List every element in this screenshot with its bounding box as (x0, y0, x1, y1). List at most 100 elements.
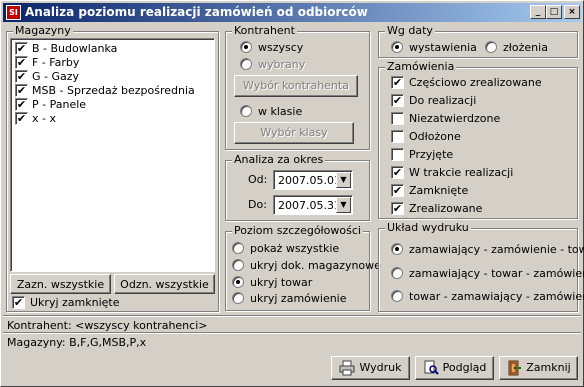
choose-contractor-button[interactable]: Wybór kontrahenta (234, 75, 358, 97)
date-to-field[interactable]: 2007.05.31 ▼ (273, 195, 353, 215)
checkbox[interactable]: ✔ (15, 42, 28, 55)
detail-hide-docs-radio[interactable] (232, 259, 244, 271)
magazyny-group: Magazyny ✔ B - Budowlanka ✔ F - Farby ✔ … (6, 24, 219, 312)
print-layout-radio[interactable] (391, 290, 403, 302)
by-date-option-label: złożenia (503, 41, 548, 54)
main-window: SI Analiza poziomu realizacji zamówień o… (0, 0, 584, 387)
detail-hide-goods-radio[interactable] (232, 276, 244, 288)
print-layout-option-label: zamawiający - towar - zamówienie (409, 267, 584, 280)
status-contractor-bar: Kontrahent: <wszyscy kontrahenci> (3, 315, 581, 333)
period-legend: Analiza za okres (232, 153, 326, 166)
print-layout-legend: Układ wydruku (385, 221, 471, 234)
checkbox[interactable]: ✔ (15, 84, 28, 97)
checkbox[interactable]: ✔ (15, 112, 28, 125)
list-item-label: B - Budowlanka (32, 42, 118, 55)
chevron-down-icon[interactable]: ▼ (336, 197, 351, 213)
by-date-option-label: wystawienia (409, 41, 477, 54)
printer-icon (339, 360, 355, 376)
print-button[interactable]: Wydruk (331, 356, 410, 380)
order-status-checkbox[interactable]: ✔ (391, 76, 404, 89)
order-status-label: Częściowo zrealizowane (409, 76, 542, 89)
detail-hide-order-radio[interactable] (232, 292, 244, 304)
list-item-label: G - Gazy (32, 70, 80, 83)
chevron-down-icon[interactable]: ▼ (336, 172, 351, 188)
magazyny-legend: Magazyny (13, 24, 73, 37)
app-icon: SI (6, 5, 21, 20)
order-status-checkbox[interactable] (391, 112, 404, 125)
order-status-label: Przyjęte (409, 148, 454, 161)
checkbox[interactable]: ✔ (15, 70, 28, 83)
print-layout-group: Układ wydruku zamawiający - zamówienie -… (378, 221, 584, 312)
order-status-checkbox[interactable] (391, 148, 404, 161)
order-status-label: Odłożone (409, 130, 461, 143)
order-status-label: Do realizacji (409, 94, 477, 107)
minimize-button[interactable]: _ (530, 5, 546, 19)
orders-group: Zamówienia ✔ Częściowo zrealizowane ✔ Do… (378, 60, 578, 219)
order-status-checkbox[interactable]: ✔ (391, 184, 404, 197)
period-group: Analiza za okres Od: 2007.05.01 ▼ Do: 20… (225, 153, 370, 221)
kontrahent-all-label: wszyscy (258, 41, 304, 54)
print-layout-radio[interactable] (391, 267, 403, 279)
print-layout-radio[interactable] (391, 243, 403, 255)
title-bar[interactable]: SI Analiza poziomu realizacji zamówień o… (3, 3, 581, 22)
hide-closed-label: Ukryj zamknięte (30, 296, 120, 309)
checkbox[interactable]: ✔ (15, 56, 28, 69)
choose-class-button[interactable]: Wybór klasy (234, 122, 354, 144)
kontrahent-class-radio[interactable] (240, 105, 252, 117)
order-status-checkbox[interactable] (391, 130, 404, 143)
close-dialog-button[interactable]: Zamknij (499, 356, 578, 380)
date-to-value: 2007.05.31 (278, 199, 341, 212)
print-layout-option-label: towar - zamawiający - zamówienie (409, 290, 584, 303)
by-date-group: Wg daty wystawienia złożenia (378, 24, 578, 58)
maximize-button[interactable]: □ (546, 5, 562, 19)
order-status-checkbox[interactable]: ✔ (391, 94, 404, 107)
preview-button[interactable]: Podgląd (415, 356, 494, 380)
magazyny-list[interactable]: ✔ B - Budowlanka ✔ F - Farby ✔ G - Gazy … (10, 38, 215, 272)
detail-level-group: Poziom szczegółowości pokaż wszystkie uk… (225, 224, 381, 311)
order-status-label: Zrealizowane (409, 202, 483, 215)
status-warehouses-bar: Magazyny: B,F,G,MSB,P,x (3, 332, 581, 350)
detail-option-label: ukryj towar (250, 276, 313, 289)
date-from-value: 2007.05.01 (278, 174, 341, 187)
order-status-label: Niezatwierdzone (409, 112, 501, 125)
by-date-legend: Wg daty (385, 24, 435, 37)
kontrahent-legend: Kontrahent (232, 24, 297, 37)
kontrahent-selected-radio[interactable] (240, 58, 252, 70)
kontrahent-all-radio[interactable] (240, 41, 252, 53)
detail-option-label: ukryj zamówienie (250, 292, 347, 305)
detail-show-all-radio[interactable] (232, 242, 244, 254)
kontrahent-group: Kontrahent wszyscy wybrany Wybór kontrah… (225, 24, 370, 150)
status-warehouses-text: Magazyny: B,F,G,MSB,P,x (7, 336, 147, 349)
deselect-all-button[interactable]: Odzn. wszystkie (114, 274, 215, 294)
by-date-submit-radio[interactable] (485, 41, 497, 53)
print-button-label: Wydruk (359, 361, 402, 374)
date-from-field[interactable]: 2007.05.01 ▼ (273, 170, 353, 190)
list-item-label: P - Panele (32, 98, 87, 111)
date-from-label: Od: (248, 173, 268, 186)
window-title: Analiza poziomu realizacji zamówień od o… (25, 5, 368, 19)
detail-level-legend: Poziom szczegółowości (232, 224, 363, 237)
order-status-label: W trakcie realizacji (409, 166, 514, 179)
order-status-checkbox[interactable]: ✔ (391, 166, 404, 179)
checkbox[interactable]: ✔ (15, 98, 28, 111)
orders-legend: Zamówienia (385, 60, 457, 73)
close-button[interactable]: × (564, 5, 580, 19)
list-item-label: MSB - Sprzedaż bezpośrednia (32, 84, 195, 97)
order-status-checkbox[interactable]: ✔ (391, 202, 404, 215)
print-layout-option-label: zamawiający - zamówienie - towar (409, 243, 584, 256)
close-dialog-button-label: Zamknij (526, 361, 571, 374)
order-status-label: Zamknięte (409, 184, 469, 197)
date-to-label: Do: (248, 198, 267, 211)
list-item-label: x - x (32, 112, 56, 125)
kontrahent-class-label: w klasie (258, 105, 303, 118)
select-all-button[interactable]: Zazn. wszystkie (10, 274, 111, 294)
preview-button-label: Podgląd (442, 361, 487, 374)
kontrahent-selected-label: wybrany (258, 58, 306, 71)
detail-option-label: ukryj dok. magazynowe (250, 259, 381, 272)
by-date-issue-radio[interactable] (391, 41, 403, 53)
status-contractor-text: Kontrahent: <wszyscy kontrahenci> (7, 319, 208, 332)
hide-closed-checkbox[interactable]: ✔ (12, 296, 25, 309)
detail-option-label: pokaż wszystkie (250, 242, 340, 255)
preview-icon (423, 360, 439, 376)
list-item-label: F - Farby (32, 56, 80, 69)
